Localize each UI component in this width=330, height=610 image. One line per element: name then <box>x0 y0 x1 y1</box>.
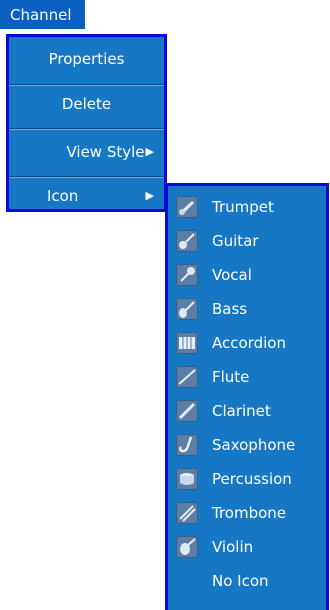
menu-item-icon[interactable]: Icon ▶ <box>9 181 164 211</box>
submenu-item-saxophone[interactable]: Saxophone <box>168 428 326 464</box>
clarinet-icon <box>176 400 198 422</box>
flute-icon <box>176 366 198 388</box>
submenu-item-violin[interactable]: Violin <box>168 530 326 566</box>
submenu-item-label: Flute <box>212 368 250 386</box>
submenu-item-label: No Icon <box>212 572 269 590</box>
menu-item-label: Properties <box>48 50 125 68</box>
menu-item-label: Icon <box>47 187 79 205</box>
saxophone-icon <box>176 434 198 456</box>
submenu-item-label: Clarinet <box>212 402 271 420</box>
menu-item-label: Delete <box>61 95 112 113</box>
submenu-item-trombone[interactable]: Trombone <box>168 496 326 532</box>
submenu-item-label: Trumpet <box>212 198 274 216</box>
submenu-item-label: Vocal <box>212 266 252 284</box>
submenu-item-trumpet[interactable]: Trumpet <box>168 190 326 226</box>
trumpet-icon <box>176 196 198 218</box>
menu-separator <box>9 84 164 86</box>
submenu-item-label: Violin <box>212 538 254 556</box>
icon-submenu: Trumpet Guitar Vocal Bass Accordion Flut… <box>165 183 329 610</box>
submenu-item-no-icon[interactable]: No Icon <box>168 564 326 600</box>
bass-icon <box>176 298 198 320</box>
submenu-item-guitar[interactable]: Guitar <box>168 224 326 260</box>
submenu-item-accordion[interactable]: Accordion <box>168 326 326 362</box>
guitar-icon <box>176 230 198 252</box>
menu-item-view-style[interactable]: View Style ▶ <box>9 137 164 167</box>
menu-item-properties[interactable]: Properties <box>9 44 164 74</box>
submenu-arrow-icon: ▶ <box>145 189 154 202</box>
submenu-item-label: Accordion <box>212 334 286 352</box>
submenu-item-percussion[interactable]: Percussion <box>168 462 326 498</box>
menubar-channel[interactable]: Channel <box>0 0 85 29</box>
submenu-arrow-icon: ▶ <box>145 145 154 158</box>
channel-context-menu: Properties Delete View Style ▶ Icon ▶ <box>6 34 167 212</box>
submenu-item-bass[interactable]: Bass <box>168 292 326 328</box>
trombone-icon <box>176 502 198 524</box>
menu-item-delete[interactable]: Delete <box>9 89 164 119</box>
drum-icon <box>176 468 198 490</box>
submenu-item-label: Percussion <box>212 470 292 488</box>
submenu-item-label: Trombone <box>212 504 287 522</box>
microphone-icon <box>176 264 198 286</box>
menu-item-label: View Style <box>66 143 145 161</box>
submenu-item-clarinet[interactable]: Clarinet <box>168 394 326 430</box>
menubar-channel-label: Channel <box>10 6 72 24</box>
accordion-icon <box>176 332 198 354</box>
submenu-item-label: Guitar <box>212 232 259 250</box>
submenu-item-flute[interactable]: Flute <box>168 360 326 396</box>
violin-icon <box>176 536 198 558</box>
submenu-item-label: Saxophone <box>212 436 296 454</box>
menu-separator <box>9 128 164 130</box>
submenu-item-label: Bass <box>212 300 248 318</box>
menu-separator <box>9 176 164 178</box>
submenu-item-vocal[interactable]: Vocal <box>168 258 326 294</box>
